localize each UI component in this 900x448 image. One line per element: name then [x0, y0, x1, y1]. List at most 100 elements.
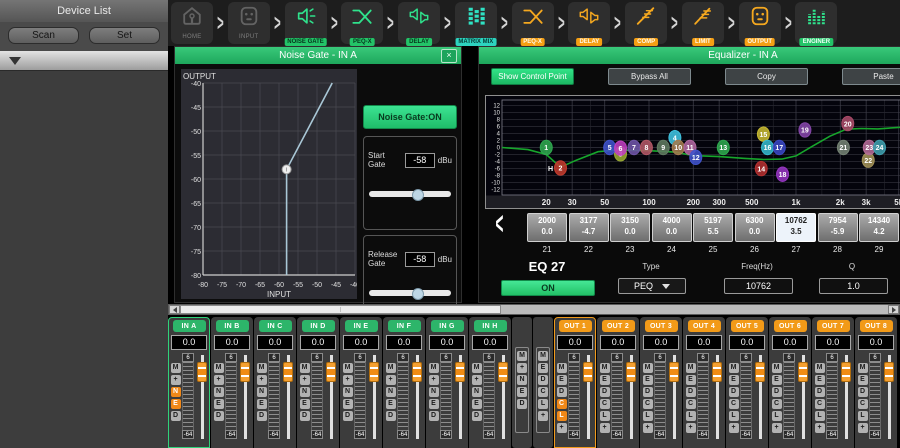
- strip-button-plus[interactable]: +: [171, 375, 181, 385]
- strip-out-4[interactable]: OUT 40.0MEDCL+6-64: [683, 317, 725, 448]
- fader[interactable]: [797, 353, 809, 441]
- strip-button-e[interactable]: E: [171, 399, 181, 409]
- fader-handle[interactable]: [755, 362, 765, 382]
- strip-button-plus[interactable]: +: [257, 375, 267, 385]
- toolbar-item-delay[interactable]: DELAY: [398, 2, 440, 44]
- eq-on-button[interactable]: ON: [501, 280, 595, 296]
- strip-button-c[interactable]: C: [600, 399, 610, 409]
- strip-button-l[interactable]: L: [815, 411, 825, 421]
- fader[interactable]: [239, 353, 251, 441]
- strip-button-m[interactable]: M: [600, 363, 610, 373]
- strip-button-e[interactable]: E: [472, 399, 482, 409]
- strip-button-m[interactable]: M: [214, 363, 224, 373]
- strip-button-m[interactable]: M: [472, 363, 482, 373]
- fader[interactable]: [668, 353, 680, 441]
- strip-button-d[interactable]: D: [772, 387, 782, 397]
- q-field[interactable]: 1.0: [819, 278, 888, 294]
- fader[interactable]: [582, 353, 594, 441]
- strip-button-e[interactable]: E: [557, 375, 567, 385]
- channel-value[interactable]: 0.0: [429, 335, 465, 350]
- strip-in-d[interactable]: IN D0.0M+NED6-64: [297, 317, 339, 448]
- channel-value[interactable]: 0.0: [557, 335, 593, 350]
- toolbar-item-delay[interactable]: DELAY: [568, 2, 610, 44]
- strip-button-e[interactable]: E: [257, 399, 267, 409]
- channel-value[interactable]: 0.0: [472, 335, 508, 350]
- fader[interactable]: [282, 353, 294, 441]
- fader[interactable]: [625, 353, 637, 441]
- strip-in-f[interactable]: IN F0.0M+NED6-64: [383, 317, 425, 448]
- channel-value[interactable]: 0.0: [386, 335, 422, 350]
- strip-out-6[interactable]: OUT 60.0MEDCL+6-64: [769, 317, 811, 448]
- fader[interactable]: [196, 353, 208, 441]
- strip-button-d[interactable]: D: [257, 411, 267, 421]
- strip-button-d[interactable]: D: [171, 411, 181, 421]
- eq-toolbar-button-show-control-point[interactable]: Show Control Point: [491, 68, 574, 85]
- strip-button-m[interactable]: M: [557, 363, 567, 373]
- strip-in-h[interactable]: IN H0.0M+NED6-64: [469, 317, 511, 448]
- strip-button-m[interactable]: M: [858, 363, 868, 373]
- fader-handle[interactable]: [712, 362, 722, 382]
- fader[interactable]: [454, 353, 466, 441]
- channel-label[interactable]: IN D: [302, 320, 335, 332]
- strip-button-n[interactable]: N: [343, 387, 353, 397]
- eq-band-cell-23[interactable]: 31500.0: [610, 213, 650, 242]
- mixer-scrollbar[interactable]: [168, 304, 900, 315]
- eq-band-cell-27[interactable]: 107623.5: [776, 213, 816, 242]
- strip-button-e[interactable]: E: [343, 399, 353, 409]
- strip-button-plus[interactable]: +: [557, 423, 567, 433]
- fader[interactable]: [368, 353, 380, 441]
- scrollbar-thumb[interactable]: [180, 305, 501, 314]
- group-button-e[interactable]: E: [538, 363, 548, 373]
- channel-label[interactable]: IN B: [216, 320, 249, 332]
- strip-button-l[interactable]: L: [643, 411, 653, 421]
- fader-handle[interactable]: [669, 362, 679, 382]
- band-prev-arrow-icon[interactable]: <: [495, 207, 503, 243]
- strip-button-d[interactable]: D: [815, 387, 825, 397]
- eq-band-cell-25[interactable]: 51975.5: [693, 213, 733, 242]
- strip-out-1[interactable]: OUT 10.0MEDCL+6-64: [554, 317, 596, 448]
- strip-button-l[interactable]: L: [858, 411, 868, 421]
- strip-button-d[interactable]: D: [686, 387, 696, 397]
- fader[interactable]: [325, 353, 337, 441]
- strip-button-l[interactable]: L: [686, 411, 696, 421]
- strip-button-plus[interactable]: +: [600, 423, 610, 433]
- fader-handle[interactable]: [369, 362, 379, 382]
- eq-band-cell-21[interactable]: 20000.0: [527, 213, 567, 242]
- strip-button-m[interactable]: M: [729, 363, 739, 373]
- strip-out-3[interactable]: OUT 30.0MEDCL+6-64: [640, 317, 682, 448]
- close-icon[interactable]: ×: [441, 49, 457, 63]
- fader-handle[interactable]: [884, 362, 894, 382]
- strip-button-plus[interactable]: +: [214, 375, 224, 385]
- noise-gate-on-button[interactable]: Noise Gate:ON: [363, 105, 457, 129]
- toolbar-item-peq-x[interactable]: PEQ-X: [341, 2, 383, 44]
- group-button-plus[interactable]: +: [538, 411, 548, 421]
- strip-button-m[interactable]: M: [300, 363, 310, 373]
- strip-button-plus[interactable]: +: [429, 375, 439, 385]
- fader-handle[interactable]: [455, 362, 465, 382]
- strip-button-c[interactable]: C: [686, 399, 696, 409]
- fader[interactable]: [883, 353, 895, 441]
- toolbar-item-noise-gate[interactable]: NOISE GATE: [285, 2, 327, 44]
- type-dropdown[interactable]: PEQ: [618, 278, 686, 294]
- channel-value[interactable]: 0.0: [257, 335, 293, 350]
- strip-out-5[interactable]: OUT 50.0MEDCL+6-64: [726, 317, 768, 448]
- scroll-right-icon[interactable]: [888, 305, 899, 314]
- gate-param-slider[interactable]: [369, 191, 451, 197]
- group-button-m[interactable]: M: [517, 351, 527, 361]
- strip-out-7[interactable]: OUT 70.0MEDCL+6-64: [812, 317, 854, 448]
- channel-label[interactable]: OUT 2: [602, 320, 635, 332]
- strip-out-2[interactable]: OUT 20.0MEDCL+6-64: [597, 317, 639, 448]
- strip-button-m[interactable]: M: [386, 363, 396, 373]
- fader-handle[interactable]: [798, 362, 808, 382]
- strip-button-m[interactable]: M: [171, 363, 181, 373]
- eq-band-cell-24[interactable]: 40000.0: [652, 213, 692, 242]
- fader-handle[interactable]: [841, 362, 851, 382]
- group-button-l[interactable]: L: [538, 399, 548, 409]
- toolbar-item-matrix-mix[interactable]: MATRIX MIX: [455, 2, 497, 44]
- strip-button-c[interactable]: C: [729, 399, 739, 409]
- channel-value[interactable]: 0.0: [214, 335, 250, 350]
- strip-button-e[interactable]: E: [643, 375, 653, 385]
- strip-button-c[interactable]: C: [772, 399, 782, 409]
- scroll-left-icon[interactable]: [169, 305, 180, 314]
- gate-param-value[interactable]: -58: [405, 252, 435, 267]
